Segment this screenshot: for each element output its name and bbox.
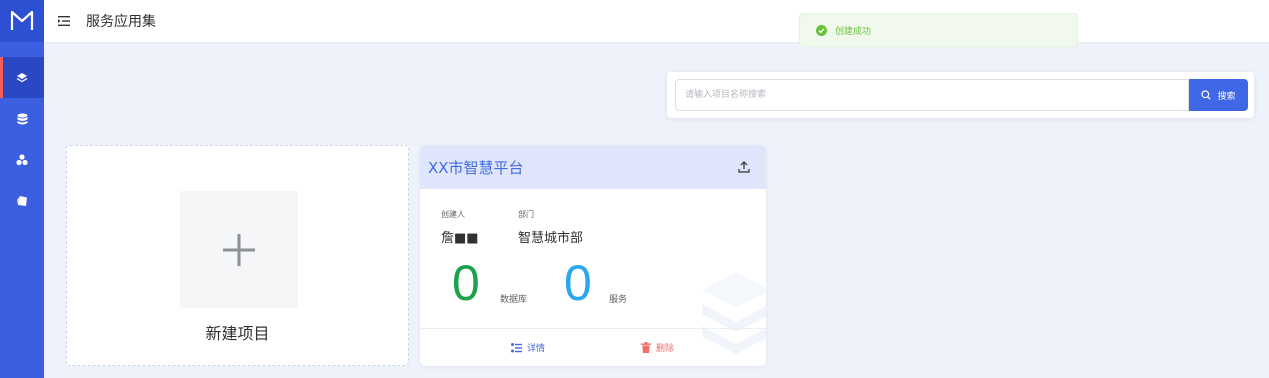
project-card-header: XX市智慧平台 [420,145,766,189]
creator-value: 詹■■ [441,231,479,246]
logo-icon [10,10,34,30]
database-count: 0 [452,255,480,311]
project-card: XX市智慧平台 创建人 部门 詹■■ 智慧城市部 0 数据库 0 服务 详情 删… [420,145,766,366]
search-button[interactable]: 搜索 [1189,79,1248,111]
trash-icon [641,342,651,353]
check-circle-icon [816,24,827,36]
creator-label: 创建人 [441,210,465,219]
success-toast: 创建成功 [799,13,1078,47]
detail-button[interactable]: 详情 [511,341,545,354]
new-project-label: 新建项目 [205,324,270,343]
database-count-label: 数据库 [500,295,528,305]
detail-label: 详情 [527,344,546,354]
export-icon[interactable] [738,158,750,177]
sidebar-item-services[interactable] [0,139,44,180]
sidebar-item-cube[interactable] [0,180,44,221]
database-icon [17,113,27,124]
page-title: 服务应用集 [86,14,156,30]
dept-value: 智慧城市部 [518,231,584,246]
project-name[interactable]: XX市智慧平台 [428,157,524,178]
search-input[interactable] [675,79,1189,111]
dept-label: 部门 [518,210,534,219]
sidebar [0,0,44,378]
toast-message: 创建成功 [835,26,872,37]
service-count: 0 [564,255,592,311]
cube-icon [17,195,27,206]
search-panel: 搜索 [667,72,1254,118]
add-project-button[interactable] [180,191,298,308]
sidebar-item-database[interactable] [0,98,44,139]
new-project-card[interactable]: 新建项目 [66,145,409,366]
delete-button[interactable]: 删除 [641,341,674,354]
plus-icon [223,233,255,266]
service-count-label: 服务 [609,295,628,305]
list-icon [511,342,522,352]
layers-icon [16,72,28,82]
menu-toggle-icon[interactable] [56,13,72,29]
search-icon [1201,90,1212,100]
search-button-label: 搜索 [1217,91,1236,102]
sidebar-item-apps[interactable] [0,57,44,98]
delete-label: 删除 [656,344,675,354]
app-logo[interactable] [0,0,44,42]
project-card-footer: 详情 删除 [420,328,766,366]
top-header: 服务应用集 [44,0,1269,42]
cluster-icon [16,153,28,165]
